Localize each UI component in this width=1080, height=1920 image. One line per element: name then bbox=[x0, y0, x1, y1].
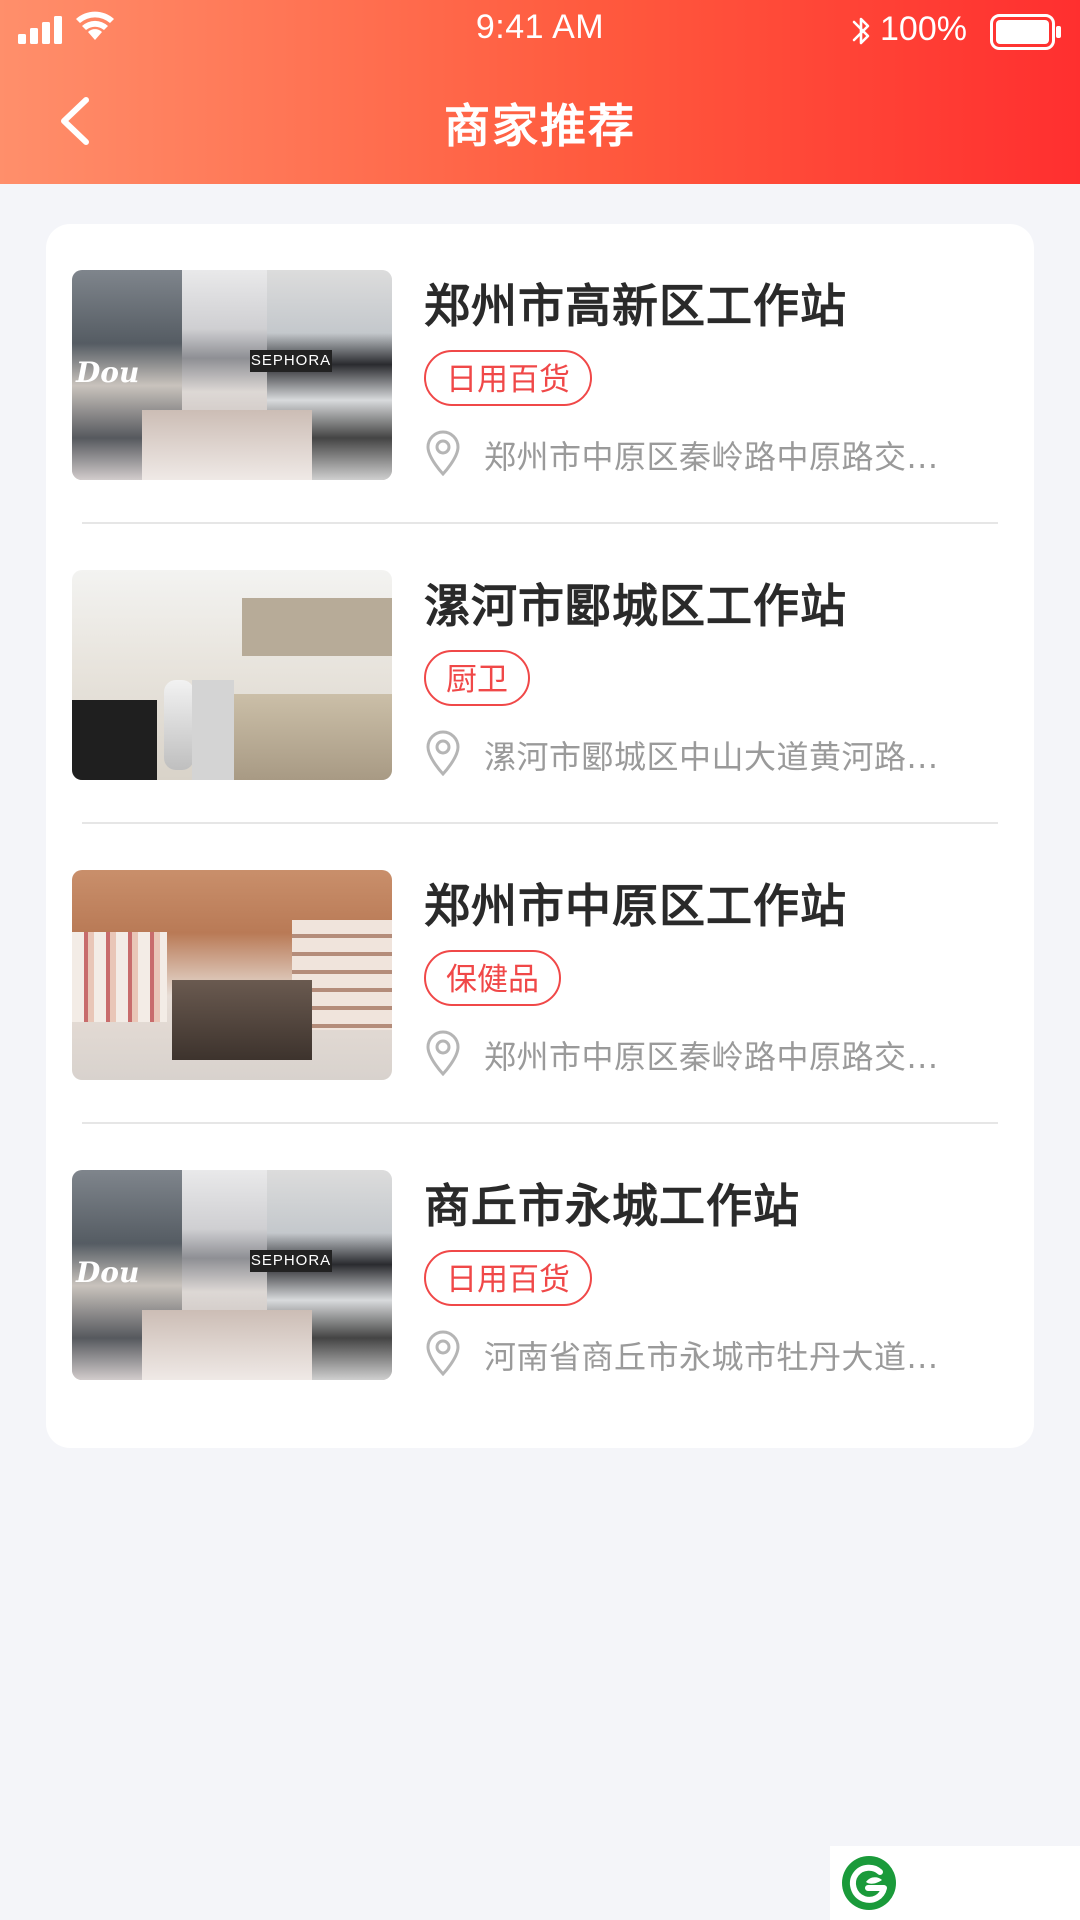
merchant-image: SEPHORA Dou bbox=[72, 270, 392, 480]
location-pin-icon bbox=[426, 1330, 460, 1376]
header: 9:41 AM 100% 商家推荐 bbox=[0, 0, 1080, 184]
brand-logo-icon bbox=[842, 1856, 896, 1910]
location-pin-icon bbox=[426, 1030, 460, 1076]
battery-percent: 100% bbox=[880, 10, 967, 48]
merchant-image bbox=[72, 870, 392, 1080]
bluetooth-icon bbox=[852, 17, 870, 45]
merchant-address: 河南省商丘市永城市牡丹大道... bbox=[484, 1338, 939, 1376]
merchant-name: 郑州市高新区工作站 bbox=[424, 279, 847, 333]
merchant-item[interactable]: 郑州市中原区工作站 保健品 郑州市中原区秦岭路中原路交... bbox=[46, 824, 1034, 1124]
screen: 9:41 AM 100% 商家推荐 SEPHORA Dou 郑州市高新区工作站 … bbox=[0, 0, 1080, 1920]
merchant-image bbox=[72, 570, 392, 780]
merchant-image: SEPHORA Dou bbox=[72, 1170, 392, 1380]
merchant-name: 郑州市中原区工作站 bbox=[424, 879, 847, 933]
merchant-name: 商丘市永城工作站 bbox=[424, 1179, 800, 1233]
location-pin-icon bbox=[426, 730, 460, 776]
category-tag: 厨卫 bbox=[424, 650, 530, 706]
location-pin-icon bbox=[426, 430, 460, 476]
status-bar: 9:41 AM 100% bbox=[0, 0, 1080, 62]
category-tag: 日用百货 bbox=[424, 350, 592, 406]
nav-bar: 商家推荐 bbox=[0, 78, 1080, 164]
merchant-item[interactable]: SEPHORA Dou 郑州市高新区工作站 日用百货 郑州市中原区秦岭路中原路交… bbox=[46, 224, 1034, 524]
merchant-address: 漯河市郾城区中山大道黄河路... bbox=[484, 738, 939, 776]
merchant-address: 郑州市中原区秦岭路中原路交... bbox=[484, 1038, 939, 1076]
merchant-name: 漯河市郾城区工作站 bbox=[424, 579, 847, 633]
category-tag: 保健品 bbox=[424, 950, 561, 1006]
page-title: 商家推荐 bbox=[444, 99, 636, 153]
merchant-list: SEPHORA Dou 郑州市高新区工作站 日用百货 郑州市中原区秦岭路中原路交… bbox=[46, 224, 1034, 1448]
merchant-address: 郑州市中原区秦岭路中原路交... bbox=[484, 438, 939, 476]
merchant-item[interactable]: SEPHORA Dou 商丘市永城工作站 日用百货 河南省商丘市永城市牡丹大道.… bbox=[46, 1124, 1034, 1424]
category-tag: 日用百货 bbox=[424, 1250, 592, 1306]
battery-icon bbox=[990, 14, 1061, 50]
logo-box bbox=[830, 1846, 1080, 1920]
merchant-item[interactable]: 漯河市郾城区工作站 厨卫 漯河市郾城区中山大道黄河路... bbox=[46, 524, 1034, 824]
